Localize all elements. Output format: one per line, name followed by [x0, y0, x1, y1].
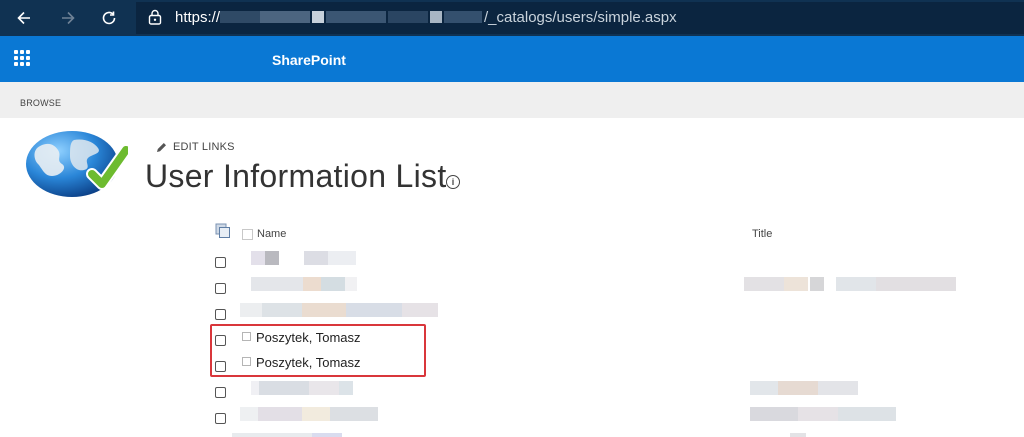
column-header-title[interactable]: Title — [752, 228, 772, 240]
row-checkbox[interactable] — [215, 283, 226, 294]
row-checkbox[interactable] — [215, 257, 226, 268]
row-checkbox[interactable] — [215, 309, 226, 320]
select-all-icon[interactable] — [215, 223, 231, 239]
arrow-left-icon — [17, 11, 30, 25]
suite-bar — [0, 36, 1024, 82]
back-button[interactable] — [12, 6, 36, 30]
waffle-icon[interactable] — [14, 50, 30, 66]
name-column-checkbox[interactable] — [242, 229, 253, 240]
highlight-box — [210, 324, 426, 377]
column-header-name[interactable]: Name — [257, 228, 286, 240]
row-checkbox[interactable] — [215, 387, 226, 398]
ribbon — [0, 82, 1024, 118]
url-path: /_catalogs/users/simple.aspx — [484, 9, 677, 26]
app-name[interactable]: SharePoint — [272, 52, 346, 68]
pencil-icon — [157, 142, 166, 152]
edit-links[interactable]: EDIT LINKS — [156, 139, 235, 155]
site-logo[interactable] — [22, 128, 128, 198]
arrow-right-icon — [62, 11, 75, 25]
tab-browse[interactable]: BROWSE — [20, 98, 61, 108]
refresh-button[interactable] — [97, 6, 121, 30]
forward-button[interactable] — [56, 6, 80, 30]
row-checkbox[interactable] — [215, 413, 226, 424]
lock-icon — [148, 9, 162, 25]
page-title: User Information List — [145, 158, 447, 194]
browser-toolbar: https:// /_catalogs/users/simple.aspx — [0, 0, 1024, 36]
refresh-icon — [102, 11, 116, 25]
edit-links-label: EDIT LINKS — [173, 141, 235, 153]
info-icon[interactable]: i — [446, 175, 460, 189]
url-prefix: https:// — [175, 9, 221, 26]
